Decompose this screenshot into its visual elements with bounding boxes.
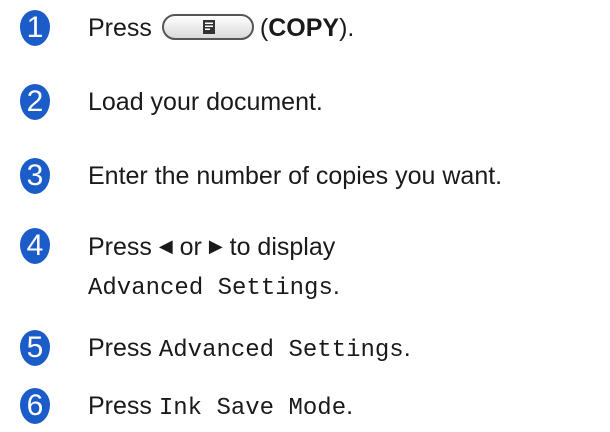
step-4-press: Press <box>88 233 152 261</box>
step-3-text: Enter the number of copies you want. <box>88 162 503 190</box>
step-6-period: . <box>346 392 354 420</box>
step-4-period: . <box>332 272 340 301</box>
step-5: 5 Press Advanced Settings. <box>20 330 411 369</box>
copy-document-icon <box>202 20 215 35</box>
instruction-steps: 1 Press (COPY). 2 Load your document. 3 E… <box>0 0 610 432</box>
step-number-3: 3 <box>20 158 50 194</box>
step-number-6: 6 <box>20 388 50 424</box>
right-arrow-icon: ▶ <box>208 236 223 257</box>
step-2-text: Load your document. <box>88 88 323 116</box>
step-number-4: 4 <box>20 228 50 264</box>
step-4-to-display: to display <box>229 233 336 261</box>
step-4-line-2: Advanced Settings. <box>88 267 340 308</box>
step-5-press: Press <box>88 334 152 362</box>
step-1: 1 Press (COPY). <box>20 10 354 46</box>
step-3: 3 Enter the number of copies you want. <box>20 158 502 194</box>
step-1-text: Press (COPY). <box>88 10 354 46</box>
step-1-close-paren: ). <box>339 14 355 42</box>
step-4-or: or <box>179 233 202 261</box>
step-6-press: Press <box>88 392 152 420</box>
step-5-setting-name: Advanced Settings <box>158 337 404 364</box>
left-arrow-icon: ◀ <box>158 236 173 257</box>
copy-button-illustration <box>161 14 254 41</box>
step-6: 6 Press Ink Save Mode. <box>20 388 353 427</box>
step-5-period: . <box>403 334 411 362</box>
step-1-press: Press <box>88 14 152 42</box>
step-4-line-1: Press ◀ or ▶ to display <box>88 228 340 267</box>
step-4: 4 Press ◀ or ▶ to display Advanced Setti… <box>20 228 340 308</box>
step-5-text: Press Advanced Settings. <box>88 330 411 369</box>
step-1-open-paren: ( <box>259 14 269 42</box>
step-number-5: 5 <box>20 330 50 366</box>
step-6-setting-name: Ink Save Mode <box>158 395 347 422</box>
step-4-text: Press ◀ or ▶ to display Advanced Setting… <box>88 228 340 308</box>
step-1-copy-label: COPY <box>268 14 340 42</box>
step-2: 2 Load your document. <box>20 84 323 120</box>
step-number-1: 1 <box>20 10 50 46</box>
step-number-2: 2 <box>20 84 50 120</box>
step-4-setting-name: Advanced Settings <box>88 275 333 303</box>
step-6-text: Press Ink Save Mode. <box>88 388 353 427</box>
